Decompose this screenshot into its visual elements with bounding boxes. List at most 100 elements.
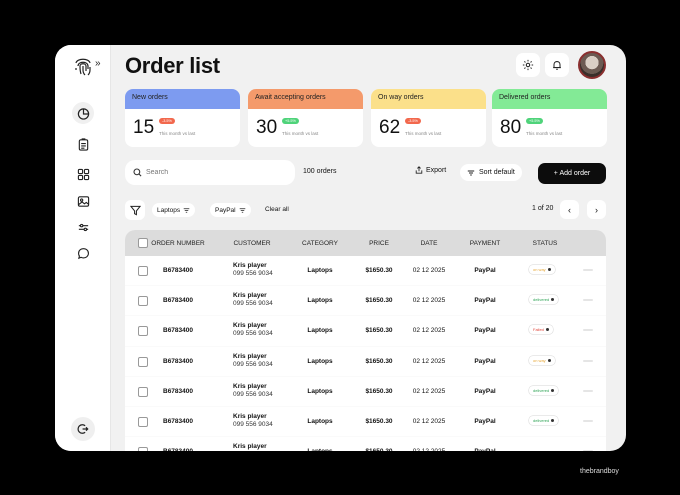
filter-chip-paypal[interactable]: PayPal	[210, 203, 251, 217]
card-subtext: This month vs last	[159, 131, 196, 136]
logout-icon[interactable]	[71, 417, 95, 441]
status-badge[interactable]: delivered	[529, 385, 559, 395]
customer-name: Kris player	[233, 382, 267, 390]
sort-button[interactable]: Sort default	[460, 164, 522, 181]
table-row[interactable]: B6783400 Kris player099 556 9034 Laptops $1…	[125, 286, 606, 317]
row-checkbox[interactable]	[138, 266, 148, 276]
header-payment: PAYMENT	[469, 240, 501, 247]
header-order-number: ORDER NUMBER	[151, 240, 205, 247]
table-row[interactable]: B6783400 Kris player099 556 9034 Laptops $1…	[125, 316, 606, 347]
card-new-orders[interactable]: New orders 15 -3.5% This month vs last	[125, 89, 240, 147]
orders-table: ORDER NUMBER CUSTOMER CATEGORY PRICE DAT…	[125, 230, 606, 451]
more-options-icon[interactable]	[583, 450, 593, 451]
search-input[interactable]	[146, 169, 286, 176]
status-badge[interactable]: on way	[529, 355, 555, 365]
status-badge[interactable]: on way	[529, 265, 555, 274]
date-cell: 02 12 2025	[412, 327, 446, 335]
customer-cell: Kris player099 556 9034	[233, 353, 273, 369]
row-checkbox[interactable]	[138, 326, 148, 337]
settings-button[interactable]	[516, 53, 540, 77]
header-status: STATUS	[532, 240, 558, 247]
chip-label: Laptops	[157, 206, 181, 214]
customer-cell: Kris player099 556 9034	[233, 443, 273, 451]
row-checkbox[interactable]	[138, 386, 148, 397]
settings-sliders-icon[interactable]	[72, 216, 94, 238]
card-label: New orders	[125, 89, 240, 109]
customer-phone: 099 556 9034	[233, 360, 273, 368]
avatar[interactable]	[578, 51, 606, 79]
app-window: » Order list New orders 15 -3.5% This mo…	[55, 45, 626, 451]
more-options-icon[interactable]	[583, 389, 593, 392]
notifications-button[interactable]	[545, 53, 569, 77]
page-indicator: 1 of 20	[532, 205, 554, 212]
card-value: 62	[379, 117, 401, 138]
payment-cell: PayPal	[474, 417, 496, 425]
status-dot-icon	[551, 388, 555, 392]
table-row[interactable]: B6783400 Kris player099 556 9034 Laptops $1…	[125, 377, 606, 407]
card-value: 30	[256, 117, 278, 138]
table-header: ORDER NUMBER CUSTOMER CATEGORY PRICE DAT…	[125, 230, 606, 256]
grid-icon[interactable]	[72, 163, 94, 185]
order-number: B6783400	[163, 448, 193, 451]
filter-chip-laptops[interactable]: Laptops	[152, 203, 196, 217]
status-dot-icon	[547, 358, 551, 362]
add-order-button[interactable]: + Add order	[538, 163, 606, 184]
customer-name: Kris player	[233, 292, 267, 300]
card-subtext: This month vs last	[526, 131, 563, 136]
image-icon[interactable]	[72, 190, 94, 212]
customer-cell: Kris player099 556 9034	[233, 292, 273, 308]
customer-phone: 099 556 9034	[233, 330, 273, 338]
payment-cell: PayPal	[474, 357, 496, 365]
row-checkbox[interactable]	[138, 447, 148, 451]
order-number: B6783400	[163, 417, 193, 425]
category-cell: Laptops	[307, 448, 332, 451]
table-row[interactable]: B6783400 Kris player099 556 9034 Laptops $1…	[125, 347, 606, 377]
more-options-icon[interactable]	[583, 419, 593, 422]
card-value: 15	[133, 117, 155, 138]
price-cell: $1650.30	[365, 297, 393, 305]
table-row[interactable]: B6783400 Kris player099 556 9034 Laptops $1…	[125, 437, 606, 451]
price-cell: $1650.30	[365, 448, 392, 451]
table-row[interactable]: B6783400 Kris player099 556 9034 Laptops $1…	[125, 256, 606, 287]
search-box[interactable]	[125, 160, 295, 185]
select-all-checkbox[interactable]	[138, 238, 148, 248]
date-cell: 02 12 2025	[412, 297, 446, 305]
more-options-icon[interactable]	[583, 299, 593, 302]
header-date: DATE	[420, 240, 438, 247]
next-page-button[interactable]: ›	[587, 200, 606, 219]
table-row[interactable]: B6783400 Kris player099 556 9034 Laptops $1…	[125, 407, 606, 438]
sort-icon	[183, 207, 190, 213]
card-await-orders[interactable]: Await accepting orders 30 +5.5% This mon…	[248, 89, 363, 147]
row-checkbox[interactable]	[138, 416, 148, 427]
row-checkbox[interactable]	[138, 356, 148, 367]
export-button[interactable]: Export	[415, 166, 446, 174]
trend-badge: +5.5%	[282, 118, 299, 124]
export-label: Export	[426, 166, 447, 174]
clear-all-link[interactable]: Clear all	[265, 206, 289, 213]
more-options-icon[interactable]	[583, 269, 593, 271]
chat-icon[interactable]	[72, 242, 94, 264]
status-badge[interactable]: Failed	[529, 325, 553, 335]
card-onway-orders[interactable]: On way orders 62 -3.5% This month vs las…	[371, 89, 486, 147]
card-delivered-orders[interactable]: Delivered orders 80 +5.5% This month vs …	[492, 89, 607, 147]
price-cell: $1650.30	[365, 417, 393, 425]
more-options-icon[interactable]	[583, 359, 593, 362]
expand-icon[interactable]: »	[95, 58, 101, 69]
status-badge[interactable]: delivered	[529, 415, 559, 425]
prev-page-button[interactable]: ‹	[560, 200, 579, 219]
status-badge[interactable]: delivered	[529, 295, 559, 305]
add-order-label: + Add order	[553, 170, 591, 177]
row-checkbox[interactable]	[138, 296, 148, 307]
category-cell: Laptops	[307, 387, 333, 395]
status-label: on way	[533, 357, 546, 363]
card-label: On way orders	[371, 89, 486, 109]
category-cell: Laptops	[307, 297, 333, 305]
orders-icon[interactable]	[72, 133, 94, 155]
more-options-icon[interactable]	[583, 329, 593, 332]
filter-button[interactable]	[125, 200, 145, 220]
price-cell: $1650.30	[365, 327, 393, 335]
sidebar: »	[55, 45, 111, 451]
date-cell: 02 12 2025	[412, 417, 446, 425]
sort-label: Sort default	[479, 169, 515, 176]
dashboard-icon[interactable]	[72, 102, 94, 124]
